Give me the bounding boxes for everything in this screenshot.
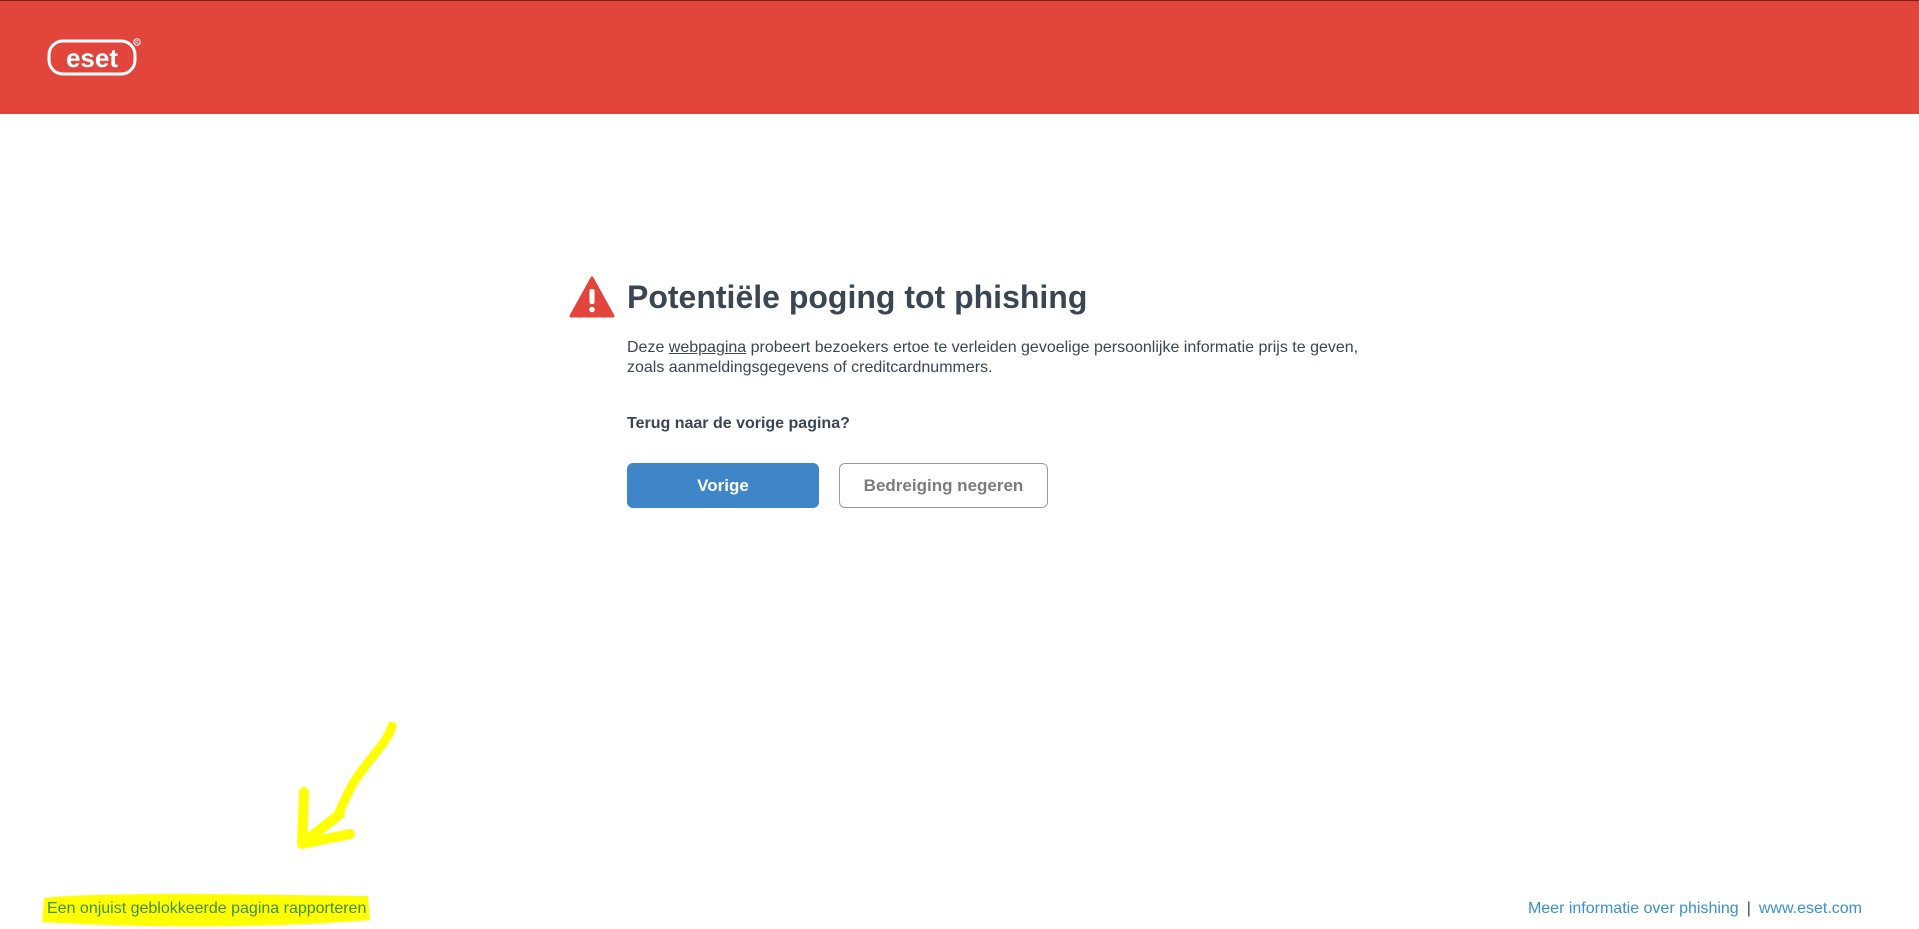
svg-text:eset: eset [66,43,118,73]
webpage-link[interactable]: webpagina [669,339,746,356]
report-blocked-page-link[interactable]: Een onjuist geblokkeerde pagina rapporte… [47,900,366,918]
description-prefix: Deze [627,339,669,356]
eset-logo: eset R [47,38,141,76]
warning-description: Deze webpagina probeert bezoekers ertoe … [627,338,1387,378]
svg-text:R: R [135,40,139,46]
eset-site-link[interactable]: www.eset.com [1759,900,1862,917]
warning-triangle-icon [569,276,615,318]
footer-links: Meer informatie over phishing | www.eset.c… [1528,900,1862,918]
ignore-threat-button[interactable]: Bedreiging negeren [839,463,1048,508]
back-button[interactable]: Vorige [627,463,819,508]
page-title: Potentiële poging tot phishing [627,279,1088,315]
arrow-annotation-icon [297,722,397,849]
footer-separator: | [1746,900,1751,917]
more-info-phishing-link[interactable]: Meer informatie over phishing [1528,900,1739,917]
back-question: Terug naar de vorige pagina? [627,415,850,432]
header-bar: eset R [0,0,1919,114]
